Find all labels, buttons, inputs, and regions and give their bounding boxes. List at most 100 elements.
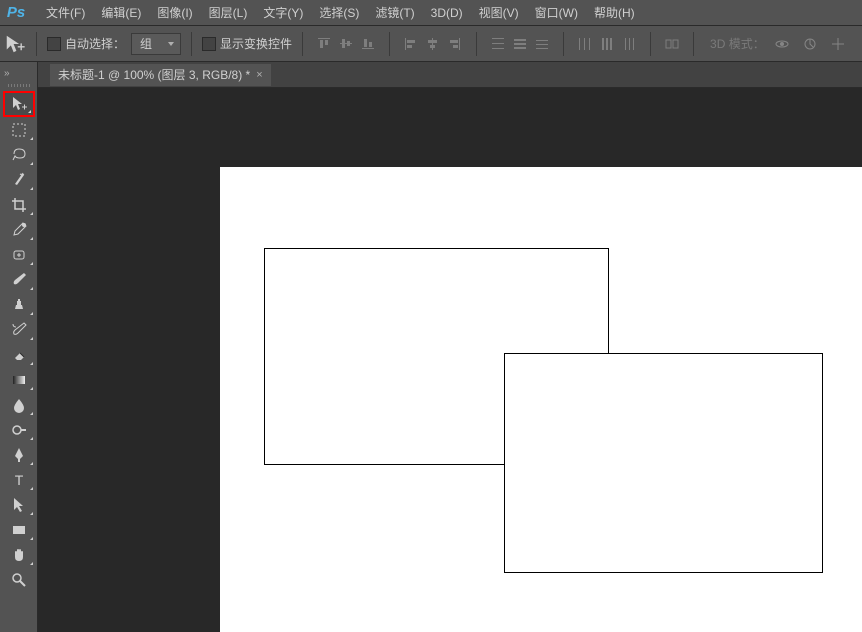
3d-orbit-button[interactable] [771,33,793,55]
align-group-1 [313,33,379,55]
tool-flyout-icon [30,487,33,490]
3d-rotate-button[interactable] [799,33,821,55]
healing-brush-tool[interactable] [3,243,35,267]
menu-bar: Ps 文件(F) 编辑(E) 图像(I) 图层(L) 文字(Y) 选择(S) 滤… [0,0,862,26]
eyedropper-tool[interactable] [3,218,35,242]
gradient-tool[interactable] [3,368,35,392]
tool-flyout-icon [30,137,33,140]
menu-help[interactable]: 帮助(H) [586,0,643,26]
rectangle-tool[interactable] [3,518,35,542]
app-logo: Ps [4,2,28,24]
tool-flyout-icon [30,237,33,240]
tool-flyout-icon [30,287,33,290]
tool-flyout-icon [30,462,33,465]
document-tab-title: 未标题-1 @ 100% (图层 3, RGB/8) * [58,66,250,83]
separator [302,32,303,56]
blur-tool[interactable] [3,393,35,417]
move-tool[interactable] [3,91,35,117]
distribute-vcenter-button[interactable] [509,33,531,55]
type-tool[interactable]: T [3,468,35,492]
pen-tool[interactable] [3,443,35,467]
distribute-hcenter-button[interactable] [596,33,618,55]
eraser-tool[interactable] [3,343,35,367]
tool-flyout-icon [30,537,33,540]
show-transform-checkbox[interactable]: 显示变换控件 [202,35,292,52]
tool-flyout-icon [28,110,31,113]
path-selection-tool[interactable] [3,493,35,517]
dodge-tool[interactable] [3,418,35,442]
align-bottom-edges-button[interactable] [357,33,379,55]
mode3d-label: 3D 模式： [710,35,765,52]
menu-window[interactable]: 窗口(W) [527,0,586,26]
menu-edit[interactable]: 编辑(E) [93,0,149,26]
svg-text:T: T [14,472,23,488]
3d-pan-button[interactable] [827,33,849,55]
tool-flyout-icon [30,262,33,265]
tool-flyout-icon [30,212,33,215]
zoom-tool[interactable] [3,568,35,592]
show-transform-label: 显示变换控件 [220,35,292,52]
tool-flyout-icon [30,337,33,340]
auto-select-dropdown[interactable]: 组 [131,33,181,55]
document-tab[interactable]: 未标题-1 @ 100% (图层 3, RGB/8) * × [50,64,271,86]
tool-flyout-icon [30,187,33,190]
distribute-group-1 [487,33,553,55]
menu-type[interactable]: 文字(Y) [255,0,311,26]
tool-flyout-icon [30,162,33,165]
marquee-tool[interactable] [3,118,35,142]
document-tab-bar: 未标题-1 @ 100% (图层 3, RGB/8) * × [38,62,862,88]
menu-select[interactable]: 选择(S) [311,0,367,26]
distribute-left-button[interactable] [574,33,596,55]
collapse-tools-icon[interactable]: » [4,68,10,79]
separator [36,32,37,56]
auto-select-label: 自动选择： [65,35,125,52]
align-vcenter-button[interactable] [335,33,357,55]
tool-flyout-icon [30,312,33,315]
menu-view[interactable]: 视图(V) [471,0,527,26]
hand-tool[interactable] [3,543,35,567]
align-hcenter-button[interactable] [422,33,444,55]
distribute-top-button[interactable] [487,33,509,55]
tool-flyout-icon [30,387,33,390]
align-group-2 [400,33,466,55]
menu-file[interactable]: 文件(F) [38,0,93,26]
separator [650,32,651,56]
magic-wand-tool[interactable] [3,168,35,192]
crop-tool[interactable] [3,193,35,217]
rectangle-shape-2[interactable] [504,353,823,573]
menu-3d[interactable]: 3D(D) [423,0,471,26]
brush-tool[interactable] [3,268,35,292]
separator [389,32,390,56]
auto-align-button[interactable] [661,33,683,55]
checkbox-icon [47,37,61,51]
menu-layer[interactable]: 图层(L) [201,0,256,26]
align-left-edges-button[interactable] [400,33,422,55]
separator [476,32,477,56]
current-tool-icon[interactable] [4,33,26,55]
menu-image[interactable]: 图像(I) [149,0,200,26]
auto-select-checkbox[interactable]: 自动选择： [47,35,125,52]
options-bar: 自动选择： 组 显示变换控件 3D 模式： [0,26,862,62]
lasso-tool[interactable] [3,143,35,167]
tool-flyout-icon [30,562,33,565]
tool-flyout-icon [30,437,33,440]
tools-panel: » [0,62,38,632]
separator [191,32,192,56]
tool-flyout-icon [30,362,33,365]
checkbox-icon [202,37,216,51]
menu-filter[interactable]: 滤镜(T) [367,0,422,26]
distribute-bottom-button[interactable] [531,33,553,55]
distribute-group-2 [574,33,640,55]
separator [563,32,564,56]
clone-stamp-tool[interactable] [3,293,35,317]
distribute-right-button[interactable] [618,33,640,55]
workspace: » [0,62,862,632]
tool-flyout-icon [30,512,33,515]
close-tab-icon[interactable]: × [256,69,262,81]
panel-grip-icon[interactable] [4,81,34,89]
align-right-edges-button[interactable] [444,33,466,55]
align-top-edges-button[interactable] [313,33,335,55]
history-brush-tool[interactable] [3,318,35,342]
canvas-area[interactable]: 未标题-1 @ 100% (图层 3, RGB/8) * × [38,62,862,632]
separator [693,32,694,56]
